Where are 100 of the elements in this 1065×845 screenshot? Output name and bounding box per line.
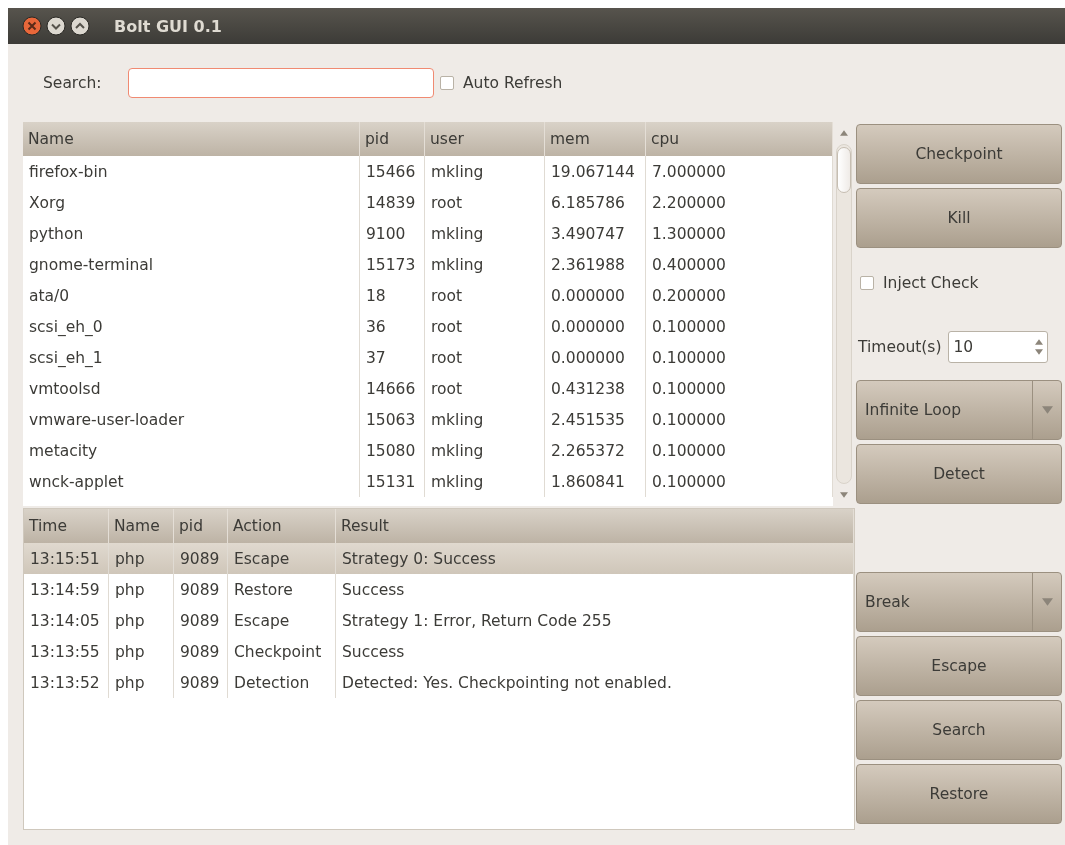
table-cell: ata/0 <box>23 280 360 311</box>
table-cell: Checkpoint <box>228 636 336 667</box>
action-button[interactable]: Kill <box>856 188 1062 248</box>
table-cell: 13:13:55 <box>24 636 109 667</box>
table-cell: 3.490747 <box>545 218 646 249</box>
search-label: Search: <box>43 74 103 92</box>
close-icon[interactable] <box>22 16 42 36</box>
table-cell: 19.067144 <box>545 156 646 187</box>
dropdown[interactable]: Break <box>856 572 1062 632</box>
column-header[interactable]: user <box>425 122 545 156</box>
table-cell: 13:14:05 <box>24 605 109 636</box>
table-cell: 9089 <box>174 543 228 574</box>
table-cell: Strategy 0: Success <box>336 543 854 574</box>
down-arrow-icon <box>1041 406 1053 414</box>
action-button[interactable]: Escape <box>856 636 1062 696</box>
action-button[interactable]: Search <box>856 700 1062 760</box>
table-cell: php <box>109 574 174 605</box>
up-arrow-icon <box>840 130 848 136</box>
table-cell: 13:15:51 <box>24 543 109 574</box>
table-cell: vmtoolsd <box>23 373 360 404</box>
table-cell: 13:13:52 <box>24 667 109 698</box>
table-cell: 0.000000 <box>545 311 646 342</box>
table-cell: 9100 <box>360 218 425 249</box>
checkbox-box <box>440 76 454 90</box>
table-cell: root <box>425 187 545 218</box>
table-cell: mkling <box>425 466 545 497</box>
table-cell: 14839 <box>360 187 425 218</box>
table-cell: 15080 <box>360 435 425 466</box>
table-cell: root <box>425 342 545 373</box>
log-row[interactable]: 13:13:52 php 9089 Detection Detected: Yes. Checkpointing not enabled. <box>24 667 854 698</box>
table-cell: Escape <box>228 605 336 636</box>
column-header[interactable]: mem <box>545 122 646 156</box>
table-cell: mkling <box>425 404 545 435</box>
checkbox[interactable]: Auto Refresh <box>440 74 563 92</box>
table-cell: Strategy 1: Error, Return Code 255 <box>336 605 854 636</box>
minimize-icon[interactable] <box>46 16 66 36</box>
table-cell: mkling <box>425 218 545 249</box>
maximize-icon[interactable] <box>70 16 90 36</box>
down-arrow-icon <box>840 492 848 498</box>
scrollbar-thumb[interactable] <box>837 147 851 193</box>
window-title: Bolt GUI 0.1 <box>114 16 222 36</box>
table-cell: python <box>23 218 360 249</box>
table-cell: 6.185786 <box>545 187 646 218</box>
table-cell: 0.000000 <box>545 342 646 373</box>
checkbox[interactable]: Inject Check <box>856 252 1062 314</box>
log-row[interactable]: 13:13:55 php 9089 Checkpoint Success <box>24 636 854 667</box>
table-cell: vmware-user-loader <box>23 404 360 435</box>
table-cell: Restore <box>228 574 336 605</box>
down-arrow-icon <box>1041 598 1053 606</box>
table-cell: scsi_eh_1 <box>23 342 360 373</box>
table-cell: 15063 <box>360 404 425 435</box>
up-arrow-icon <box>1034 339 1043 345</box>
table-cell: mkling <box>425 249 545 280</box>
table-cell: 36 <box>360 311 425 342</box>
table-cell: 2.265372 <box>545 435 646 466</box>
checkbox-box <box>860 276 874 290</box>
log-row[interactable]: 13:14:05 php 9089 Escape Strategy 1: Error, Return Code 255 <box>24 605 854 636</box>
search-field[interactable] <box>128 68 434 98</box>
log-row[interactable]: 13:15:51 php 9089 Escape Strategy 0: Success <box>24 543 854 574</box>
table-cell: root <box>425 311 545 342</box>
table-cell: 2.361988 <box>545 249 646 280</box>
action-button[interactable]: Detect <box>856 444 1062 504</box>
column-header[interactable]: pid <box>360 122 425 156</box>
table-cell: 37 <box>360 342 425 373</box>
spin-field[interactable]: 10 <box>947 331 1048 363</box>
table-cell: php <box>109 667 174 698</box>
table-cell: 0.431238 <box>545 373 646 404</box>
dropdown[interactable]: Infinite Loop <box>856 380 1062 440</box>
table-cell: root <box>425 373 545 404</box>
table-cell: php <box>109 636 174 667</box>
table-cell: Escape <box>228 543 336 574</box>
table-cell: 14666 <box>360 373 425 404</box>
table-cell: Detection <box>228 667 336 698</box>
table-cell: wnck-applet <box>23 466 360 497</box>
scrollbar-track[interactable] <box>836 144 852 484</box>
table-cell: 13:14:59 <box>24 574 109 605</box>
table-cell: 15173 <box>360 249 425 280</box>
table-cell: Success <box>336 574 854 605</box>
table-cell: 9089 <box>174 574 228 605</box>
table-cell: 15466 <box>360 156 425 187</box>
log-row[interactable]: 13:14:59 php 9089 Restore Success <box>24 574 854 605</box>
table-cell: 1.860841 <box>545 466 646 497</box>
column-header[interactable]: Name <box>23 122 360 156</box>
table-cell: php <box>109 543 174 574</box>
table-cell: root <box>425 280 545 311</box>
table-cell: metacity <box>23 435 360 466</box>
table-cell: 9089 <box>174 605 228 636</box>
action-button[interactable]: Restore <box>856 764 1062 824</box>
action-button[interactable]: Checkpoint <box>856 124 1062 184</box>
table-cell: 0.000000 <box>545 280 646 311</box>
timeout-label: Timeout(s) <box>858 338 942 356</box>
table-cell: 9089 <box>174 636 228 667</box>
table-cell: Success <box>336 636 854 667</box>
table-cell: mkling <box>425 435 545 466</box>
down-arrow-icon <box>1034 349 1043 355</box>
table-cell: gnome-terminal <box>23 249 360 280</box>
table-cell: Detected: Yes. Checkpointing not enabled. <box>336 667 854 698</box>
table-cell: 15131 <box>360 466 425 497</box>
table-cell: Xorg <box>23 187 360 218</box>
table-cell: php <box>109 605 174 636</box>
